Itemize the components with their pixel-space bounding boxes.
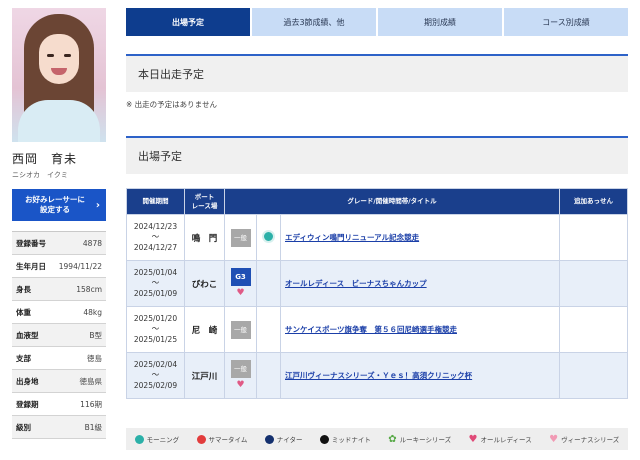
race-title: オールレディース ビーナスちゃんカップ	[280, 260, 560, 307]
info-row-blood-type: 血液型 B型	[12, 324, 106, 347]
race-period: 2025/01/20 ～ 2025/01/25	[126, 306, 185, 353]
race-grade: 一般	[224, 214, 257, 261]
race-period: 2024/12/23 ～ 2024/12/27	[126, 214, 185, 261]
info-row-birthdate: 生年月日 1994/11/22	[12, 255, 106, 278]
race-grade: 一般 ♥	[224, 352, 257, 399]
all-ladies-icon: ♥	[236, 288, 245, 298]
race-title: 江戸川ヴィーナスシリーズ・Ｙｅｓ！高須クリニック杯	[280, 352, 560, 399]
racer-name: 西岡 育未	[12, 152, 78, 166]
race-time-slot	[256, 306, 281, 353]
tab-schedule[interactable]: 出場予定	[126, 8, 250, 36]
col-venue: ボート レース場	[184, 188, 225, 215]
schedule-table: 開催期間 ボート レース場 グレード/開催時間帯/タイトル 追加あっせん 202…	[126, 188, 628, 399]
col-grade-time-title: グレード/開催時間帯/タイトル	[224, 188, 560, 215]
no-race-today-note: ※ 出走の予定はありません	[126, 100, 217, 109]
legend-all-ladies: ♥ オールレディース	[468, 433, 532, 445]
race-title-link[interactable]: 江戸川ヴィーナスシリーズ・Ｙｅｓ！高須クリニック杯	[285, 371, 472, 380]
racer-info-table: 登録番号 4878 生年月日 1994/11/22 身長 158cm 体重 48…	[12, 231, 106, 439]
race-title-link[interactable]: サンケイスポーツ旗争奪 第５６回尼崎選手権競走	[285, 325, 457, 334]
race-grade: G3 ♥	[224, 260, 257, 307]
table-row: 2025/02/04 ～ 2025/02/09 江戸川 一般 ♥ 江戸川ヴィーナ…	[126, 352, 628, 399]
race-extra	[559, 214, 628, 261]
profile-tabs: 出場予定 過去3節成績、他 期別成績 コース別成績	[126, 8, 628, 36]
rookie-icon: ✿	[388, 433, 397, 445]
today-section-title: 本日出走予定	[126, 54, 628, 92]
col-extra-assignment: 追加あっせん	[559, 188, 628, 215]
schedule-header-row: 開催期間 ボート レース場 グレード/開催時間帯/タイトル 追加あっせん	[126, 188, 628, 215]
race-venue: 鳴 門	[184, 214, 225, 261]
info-row-weight: 体重 48kg	[12, 301, 106, 324]
tab-course-results[interactable]: コース別成績	[504, 8, 628, 36]
schedule-section-title: 出場予定	[126, 136, 628, 174]
tab-recent-results[interactable]: 過去3節成績、他	[252, 8, 376, 36]
set-favorite-racer-label: お好みレーサーに 設定する	[25, 194, 85, 214]
summer-icon	[196, 434, 206, 444]
info-row-registration-number: 登録番号 4878	[12, 232, 106, 255]
info-row-branch: 支部 徳島	[12, 347, 106, 370]
info-row-height: 身長 158cm	[12, 278, 106, 301]
race-period: 2025/01/04 ～ 2025/01/09	[126, 260, 185, 307]
race-venue: 江戸川	[184, 352, 225, 399]
info-row-class: 級別 B1級	[12, 416, 106, 439]
racer-name-kana: ニシオカ イクミ	[12, 171, 68, 179]
grade-badge: G3	[230, 268, 251, 286]
race-extra	[559, 352, 628, 399]
nighter-icon	[264, 434, 274, 444]
table-row: 2025/01/20 ～ 2025/01/25 尼 崎 一般 サンケイスポーツ旗…	[126, 306, 628, 353]
main-content: 出場予定 過去3節成績、他 期別成績 コース別成績 本日出走予定 ※ 出走の予定…	[126, 8, 628, 399]
table-row: 2025/01/04 ～ 2025/01/09 びわこ G3 ♥ オールレディー…	[126, 260, 628, 307]
set-favorite-racer-button[interactable]: お好みレーサーに 設定する ›	[12, 189, 106, 221]
race-venue: 尼 崎	[184, 306, 225, 353]
race-grade: 一般	[224, 306, 257, 353]
race-title: エディウィン鳴門リニューアル記念競走	[280, 214, 560, 261]
grade-badge: 一般	[230, 320, 251, 339]
col-period: 開催期間	[126, 188, 185, 215]
legend-morning: モーニング	[134, 434, 179, 444]
race-time-slot	[256, 352, 281, 399]
race-period: 2025/02/04 ～ 2025/02/09	[126, 352, 185, 399]
info-row-registration-term: 登録期 116期	[12, 393, 106, 416]
all-ladies-icon: ♥	[236, 380, 245, 390]
race-extra	[559, 260, 628, 307]
morning-icon	[262, 230, 275, 243]
race-extra	[559, 306, 628, 353]
legend-midnight: ミッドナイト	[319, 434, 371, 444]
midnight-icon	[319, 434, 329, 444]
venus-icon: ♥	[549, 433, 559, 445]
race-title-link[interactable]: エディウィン鳴門リニューアル記念競走	[285, 233, 419, 242]
racer-photo	[12, 8, 106, 142]
table-row: 2024/12/23 ～ 2024/12/27 鳴 門 一般 エディウィン鳴門リ…	[126, 214, 628, 261]
grade-badge: 一般	[230, 228, 251, 247]
ladies-icon: ♥	[468, 433, 478, 445]
racer-profile: 西岡 育未 ニシオカ イクミ お好みレーサーに 設定する › 登録番号 4878…	[12, 8, 106, 439]
icon-legend: モーニング サマータイム ナイター ミッドナイト ✿ ルーキーシリーズ ♥ オー…	[126, 428, 628, 450]
legend-rookie: ✿ ルーキーシリーズ	[388, 433, 452, 445]
race-title-link[interactable]: オールレディース ビーナスちゃんカップ	[285, 279, 427, 288]
race-venue: びわこ	[184, 260, 225, 307]
legend-venus: ♥ ヴィーナスシリーズ	[549, 433, 620, 445]
tab-term-results[interactable]: 期別成績	[378, 8, 502, 36]
race-time-slot	[256, 260, 281, 307]
race-time-slot	[256, 214, 281, 261]
grade-badge: 一般	[230, 360, 251, 378]
chevron-right-icon: ›	[95, 200, 100, 211]
race-title: サンケイスポーツ旗争奪 第５６回尼崎選手権競走	[280, 306, 560, 353]
legend-nighter: ナイター	[264, 434, 303, 444]
morning-icon	[134, 434, 144, 444]
info-row-hometown: 出身地 徳島県	[12, 370, 106, 393]
legend-summer-time: サマータイム	[196, 434, 247, 444]
